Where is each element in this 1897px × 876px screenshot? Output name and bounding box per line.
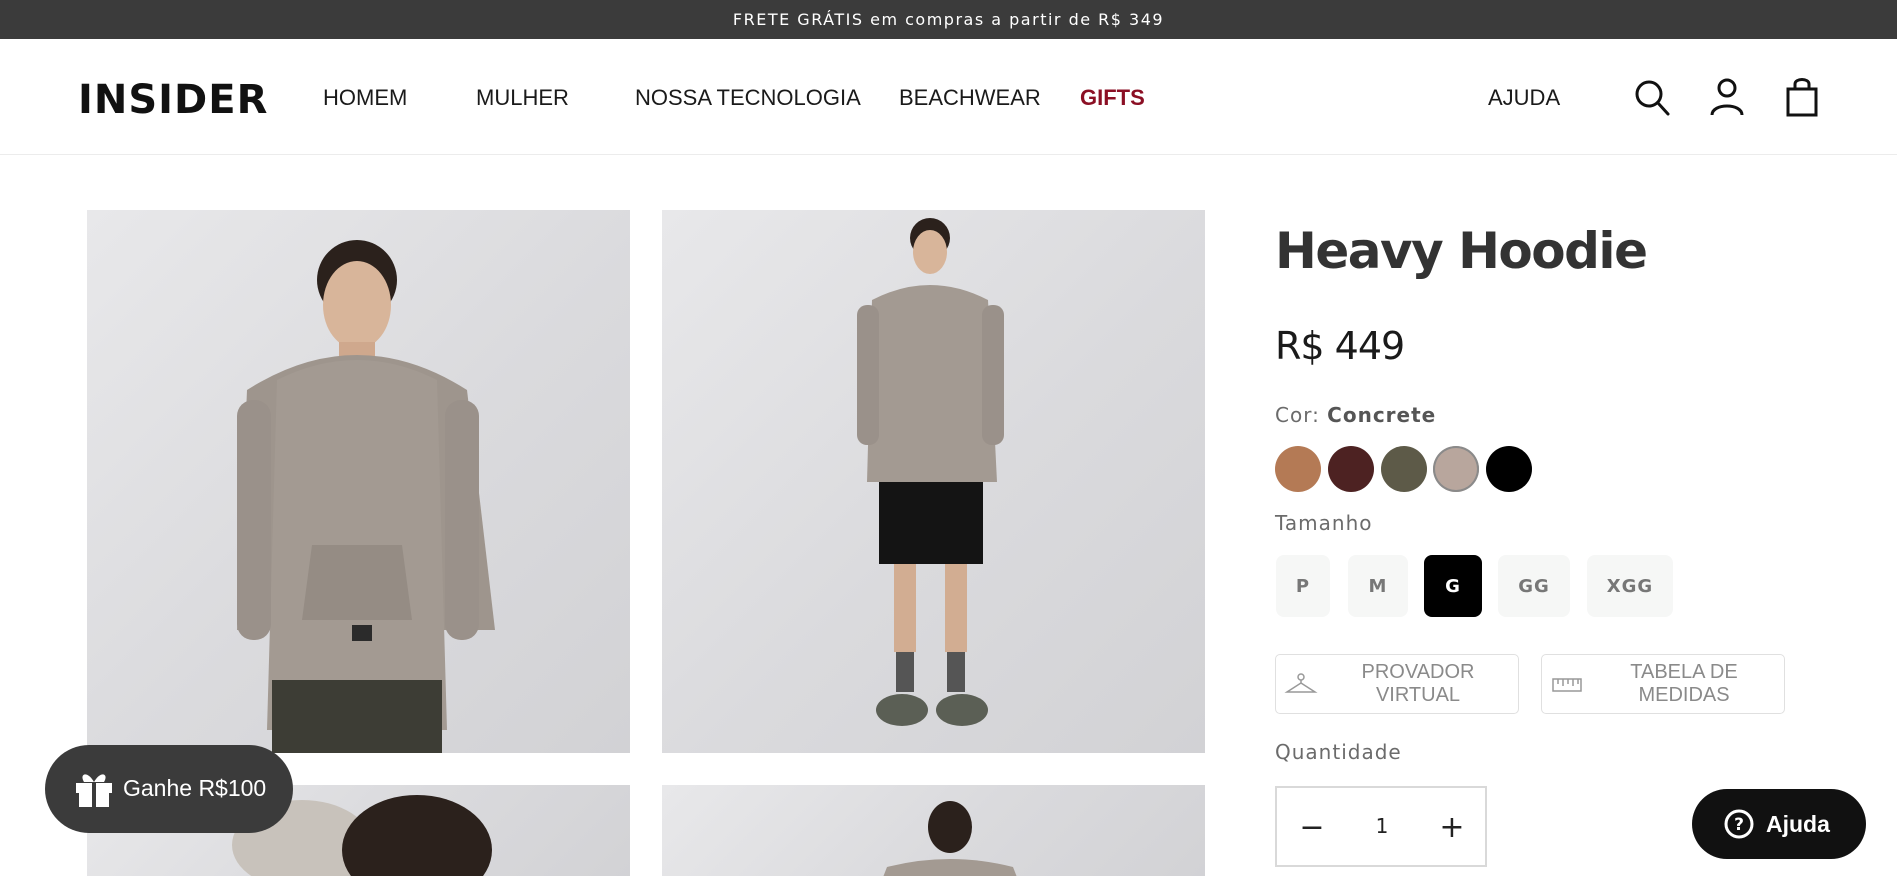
product-title: Heavy Hoodie [1275,222,1648,280]
color-value: Concrete [1327,403,1437,427]
hanger-icon [1284,671,1318,699]
swatch-caramel[interactable] [1275,446,1321,492]
promo-text: FRETE GRÁTIS em compras a partir de R$ 3… [732,10,1165,29]
size-gg-button[interactable]: GG [1498,555,1570,617]
search-icon[interactable] [1632,75,1672,119]
nav-item-homem[interactable]: HOMEM [323,85,407,111]
product-image-back[interactable] [662,785,1205,876]
help-chat-label: Ajuda [1766,811,1830,837]
size-g-button[interactable]: G [1424,555,1482,617]
product-image-full-body[interactable] [662,210,1205,753]
color-label: Cor: Concrete [1275,403,1436,427]
swatch-olive[interactable] [1381,446,1427,492]
quantity-increase-button[interactable]: + [1427,802,1477,852]
quantity-value[interactable]: 1 [1352,814,1412,838]
swatch-black[interactable] [1486,446,1532,492]
quantity-stepper: − 1 + [1275,786,1487,867]
bag-icon[interactable] [1782,75,1822,119]
nav-item-gifts[interactable]: GIFTS [1080,85,1145,111]
quantity-label: Quantidade [1275,740,1402,764]
nav-item-beachwear[interactable]: BEACHWEAR [899,85,1041,111]
size-p-button[interactable]: P [1276,555,1330,617]
swatch-concrete[interactable] [1433,446,1479,492]
size-label: Tamanho [1275,511,1373,535]
gift-promo-label: Ganhe R$100 [123,775,267,801]
gift-icon [73,767,115,809]
nav-item-mulher[interactable]: MULHER [476,85,569,111]
promo-bar: FRETE GRÁTIS em compras a partir de R$ 3… [0,0,1897,39]
ruler-icon [1550,671,1584,699]
size-chart-button[interactable]: TABELA DE MEDIDAS [1541,654,1785,714]
swatch-burgundy[interactable] [1328,446,1374,492]
virtual-fitting-button[interactable]: PROVADOR VIRTUAL [1275,654,1519,714]
product-price: R$ 449 [1275,324,1405,368]
help-chat-button[interactable]: ? Ajuda [1692,789,1866,859]
site-header: INSIDER HOMEM MULHER NOSSA TECNOLOGIA BE… [0,39,1897,155]
product-image-front[interactable] [87,210,630,753]
virtual-fitting-label: PROVADOR VIRTUAL [1361,661,1475,706]
svg-text:?: ? [1734,815,1744,835]
color-label-text: Cor: [1275,403,1320,427]
question-icon: ? [1724,809,1754,839]
nav-item-nossa-tecnologia[interactable]: NOSSA TECNOLOGIA [635,85,861,111]
gift-promo-button[interactable]: Ganhe R$100 [45,745,293,833]
help-link[interactable]: AJUDA [1488,85,1560,111]
logo[interactable]: INSIDER [78,77,268,123]
size-m-button[interactable]: M [1348,555,1408,617]
size-xgg-button[interactable]: XGG [1587,555,1673,617]
quantity-decrease-button[interactable]: − [1287,802,1337,852]
account-icon[interactable] [1707,75,1747,119]
size-chart-label: TABELA DE MEDIDAS [1630,661,1738,706]
